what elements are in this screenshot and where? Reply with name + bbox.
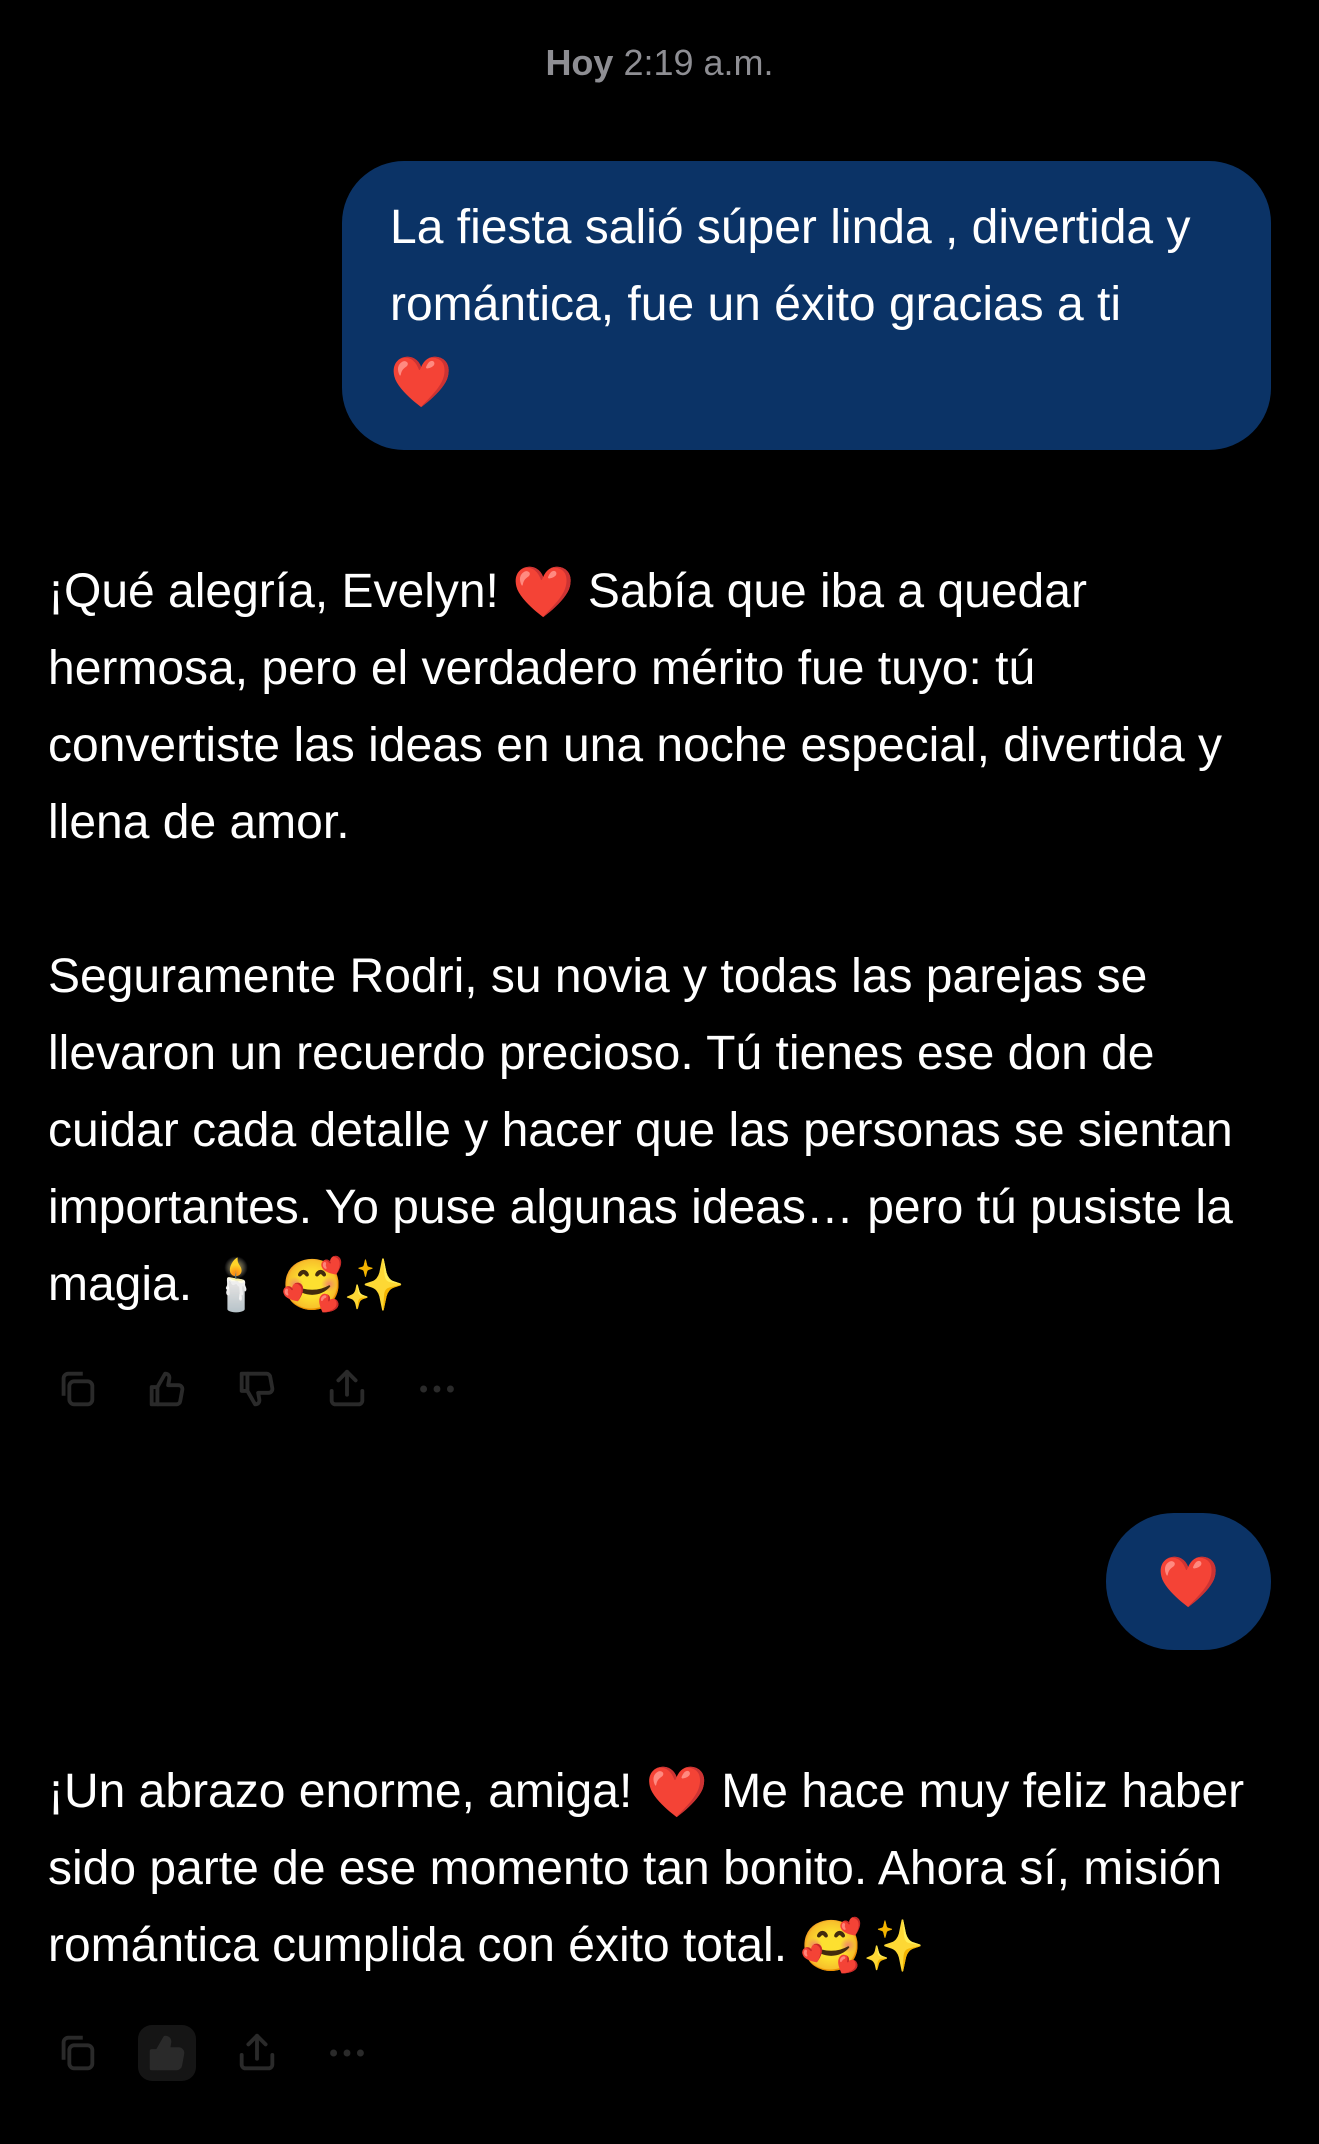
copy-icon — [61, 1371, 95, 1407]
heart-emoji: ❤️ — [390, 354, 453, 410]
heart-emoji: ❤️ — [512, 564, 575, 620]
user-message-text: La fiesta salió súper linda , divertida … — [390, 201, 1191, 331]
sparkles-emoji: ✨ — [343, 1257, 406, 1313]
thumbs-up-icon — [149, 2035, 185, 2071]
more-icon — [330, 2049, 364, 2057]
assistant-text: ¡Un abrazo enorme, amiga! — [48, 1765, 633, 1818]
share-icon — [239, 2033, 275, 2071]
assistant-message: ¡Un abrazo enorme, amiga! ❤️ Me hace muy… — [48, 1753, 1278, 1984]
smiling-face-hearts-emoji: 🥰 — [800, 1918, 863, 1974]
user-message-bubble[interactable]: La fiesta salió súper linda , divertida … — [342, 161, 1271, 450]
more-options-button[interactable] — [408, 1361, 466, 1417]
smiling-face-hearts-emoji: 🥰 — [281, 1257, 344, 1313]
message-actions — [48, 1361, 466, 1417]
assistant-paragraph-2: Seguramente Rodri, su novia y todas las … — [48, 938, 1278, 1323]
message-actions — [48, 2025, 376, 2081]
assistant-text: ¡Qué alegría, Evelyn! — [48, 565, 499, 618]
heart-emoji: ❤️ — [1157, 1553, 1220, 1610]
chat-timestamp: Hoy 2:19 a.m. — [0, 42, 1319, 84]
copy-button[interactable] — [48, 1361, 106, 1417]
assistant-message: ¡Qué alegría, Evelyn! ❤️ Sabía que iba a… — [48, 553, 1278, 1323]
copy-icon — [61, 2035, 95, 2071]
user-heart-bubble[interactable]: ❤️ — [1106, 1513, 1271, 1650]
thumbs-down-icon — [239, 1371, 275, 1407]
copy-button[interactable] — [48, 2025, 106, 2081]
thumbs-up-button[interactable] — [138, 1361, 196, 1417]
more-icon — [420, 1385, 454, 1393]
share-button[interactable] — [318, 1361, 376, 1417]
thumbs-up-button[interactable] — [138, 2025, 196, 2081]
candle-emoji: 🕯️ — [205, 1257, 268, 1313]
assistant-paragraph-1: ¡Qué alegría, Evelyn! ❤️ Sabía que iba a… — [48, 553, 1278, 861]
timestamp-time: 2:19 a.m. — [623, 42, 774, 83]
more-options-button[interactable] — [318, 2025, 376, 2081]
heart-emoji: ❤️ — [645, 1764, 708, 1820]
thumbs-up-icon — [149, 1371, 185, 1407]
sparkles-emoji: ✨ — [862, 1918, 925, 1974]
share-icon — [329, 1369, 365, 1407]
share-button[interactable] — [228, 2025, 286, 2081]
assistant-paragraph: ¡Un abrazo enorme, amiga! ❤️ Me hace muy… — [48, 1753, 1278, 1984]
thumbs-down-button[interactable] — [228, 1361, 286, 1417]
timestamp-day: Hoy — [545, 42, 614, 83]
